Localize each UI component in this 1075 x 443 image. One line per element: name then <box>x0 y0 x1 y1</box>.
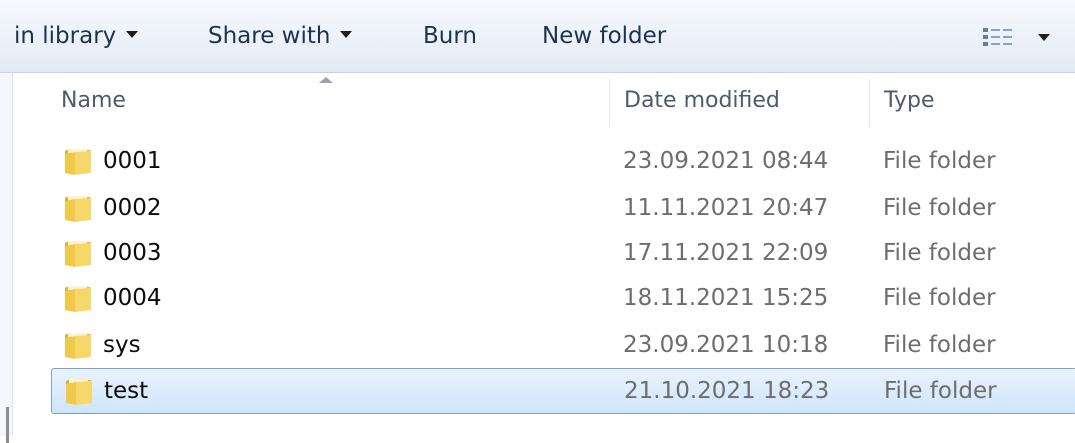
pane-splitter[interactable] <box>6 407 9 443</box>
file-name: test <box>104 378 149 404</box>
share-with-button[interactable]: Share with <box>208 18 353 54</box>
include-in-library-button[interactable]: in library <box>14 18 139 54</box>
folder-icon <box>65 196 91 222</box>
file-type: File folder <box>883 332 996 358</box>
column-header-type[interactable]: Type <box>884 73 1064 129</box>
folder-icon <box>66 379 92 405</box>
file-name: sys <box>103 332 141 358</box>
table-row[interactable]: 0002 11.11.2021 20:47 File folder <box>51 186 1075 230</box>
column-divider[interactable] <box>609 79 610 127</box>
views-icon[interactable] <box>982 26 1014 48</box>
burn-label: Burn <box>423 23 477 49</box>
burn-button[interactable]: Burn <box>423 18 477 54</box>
share-with-label: Share with <box>208 23 331 49</box>
table-row[interactable]: 0004 18.11.2021 15:25 File folder <box>51 276 1075 320</box>
file-name: 0001 <box>103 148 162 174</box>
folder-icon <box>65 241 91 267</box>
file-type: File folder <box>883 285 996 311</box>
table-row[interactable]: 0003 17.11.2021 22:09 File folder <box>51 231 1075 275</box>
file-type: File folder <box>883 195 996 221</box>
date-modified: 17.11.2021 22:09 <box>623 240 829 266</box>
table-row-selected[interactable]: test 21.10.2021 18:23 File folder <box>51 368 1075 414</box>
table-row[interactable]: sys 23.09.2021 10:18 File folder <box>51 323 1075 367</box>
file-type: File folder <box>883 148 996 174</box>
file-type: File folder <box>884 378 997 404</box>
file-list: Name Date modified Type 0001 23.09.2021 … <box>13 73 1075 436</box>
new-folder-label: New folder <box>542 23 667 49</box>
date-modified: 21.10.2021 18:23 <box>624 378 830 404</box>
file-type: File folder <box>883 240 996 266</box>
table-row[interactable]: 0001 23.09.2021 08:44 File folder <box>51 139 1075 183</box>
date-modified: 11.11.2021 20:47 <box>623 195 829 221</box>
folder-icon <box>65 149 91 175</box>
chevron-down-icon <box>126 31 139 38</box>
new-folder-button[interactable]: New folder <box>542 18 666 54</box>
include-in-library-label: in library <box>14 23 117 49</box>
navigation-pane-edge[interactable] <box>0 73 13 443</box>
chevron-down-icon <box>340 31 353 38</box>
views-chevron-down-icon[interactable] <box>1038 34 1050 41</box>
file-name: 0004 <box>103 285 162 311</box>
date-modified: 18.11.2021 15:25 <box>623 285 829 311</box>
date-modified: 23.09.2021 10:18 <box>623 332 829 358</box>
folder-icon <box>65 286 91 312</box>
date-modified: 23.09.2021 08:44 <box>623 148 829 174</box>
column-header-name[interactable]: Name <box>61 73 609 129</box>
folder-icon <box>65 333 91 359</box>
file-name: 0002 <box>103 195 162 221</box>
column-divider[interactable] <box>869 79 870 127</box>
command-bar: in library Share with Burn New folder <box>0 0 1075 73</box>
column-header-date-modified[interactable]: Date modified <box>624 73 869 129</box>
file-name: 0003 <box>103 240 162 266</box>
